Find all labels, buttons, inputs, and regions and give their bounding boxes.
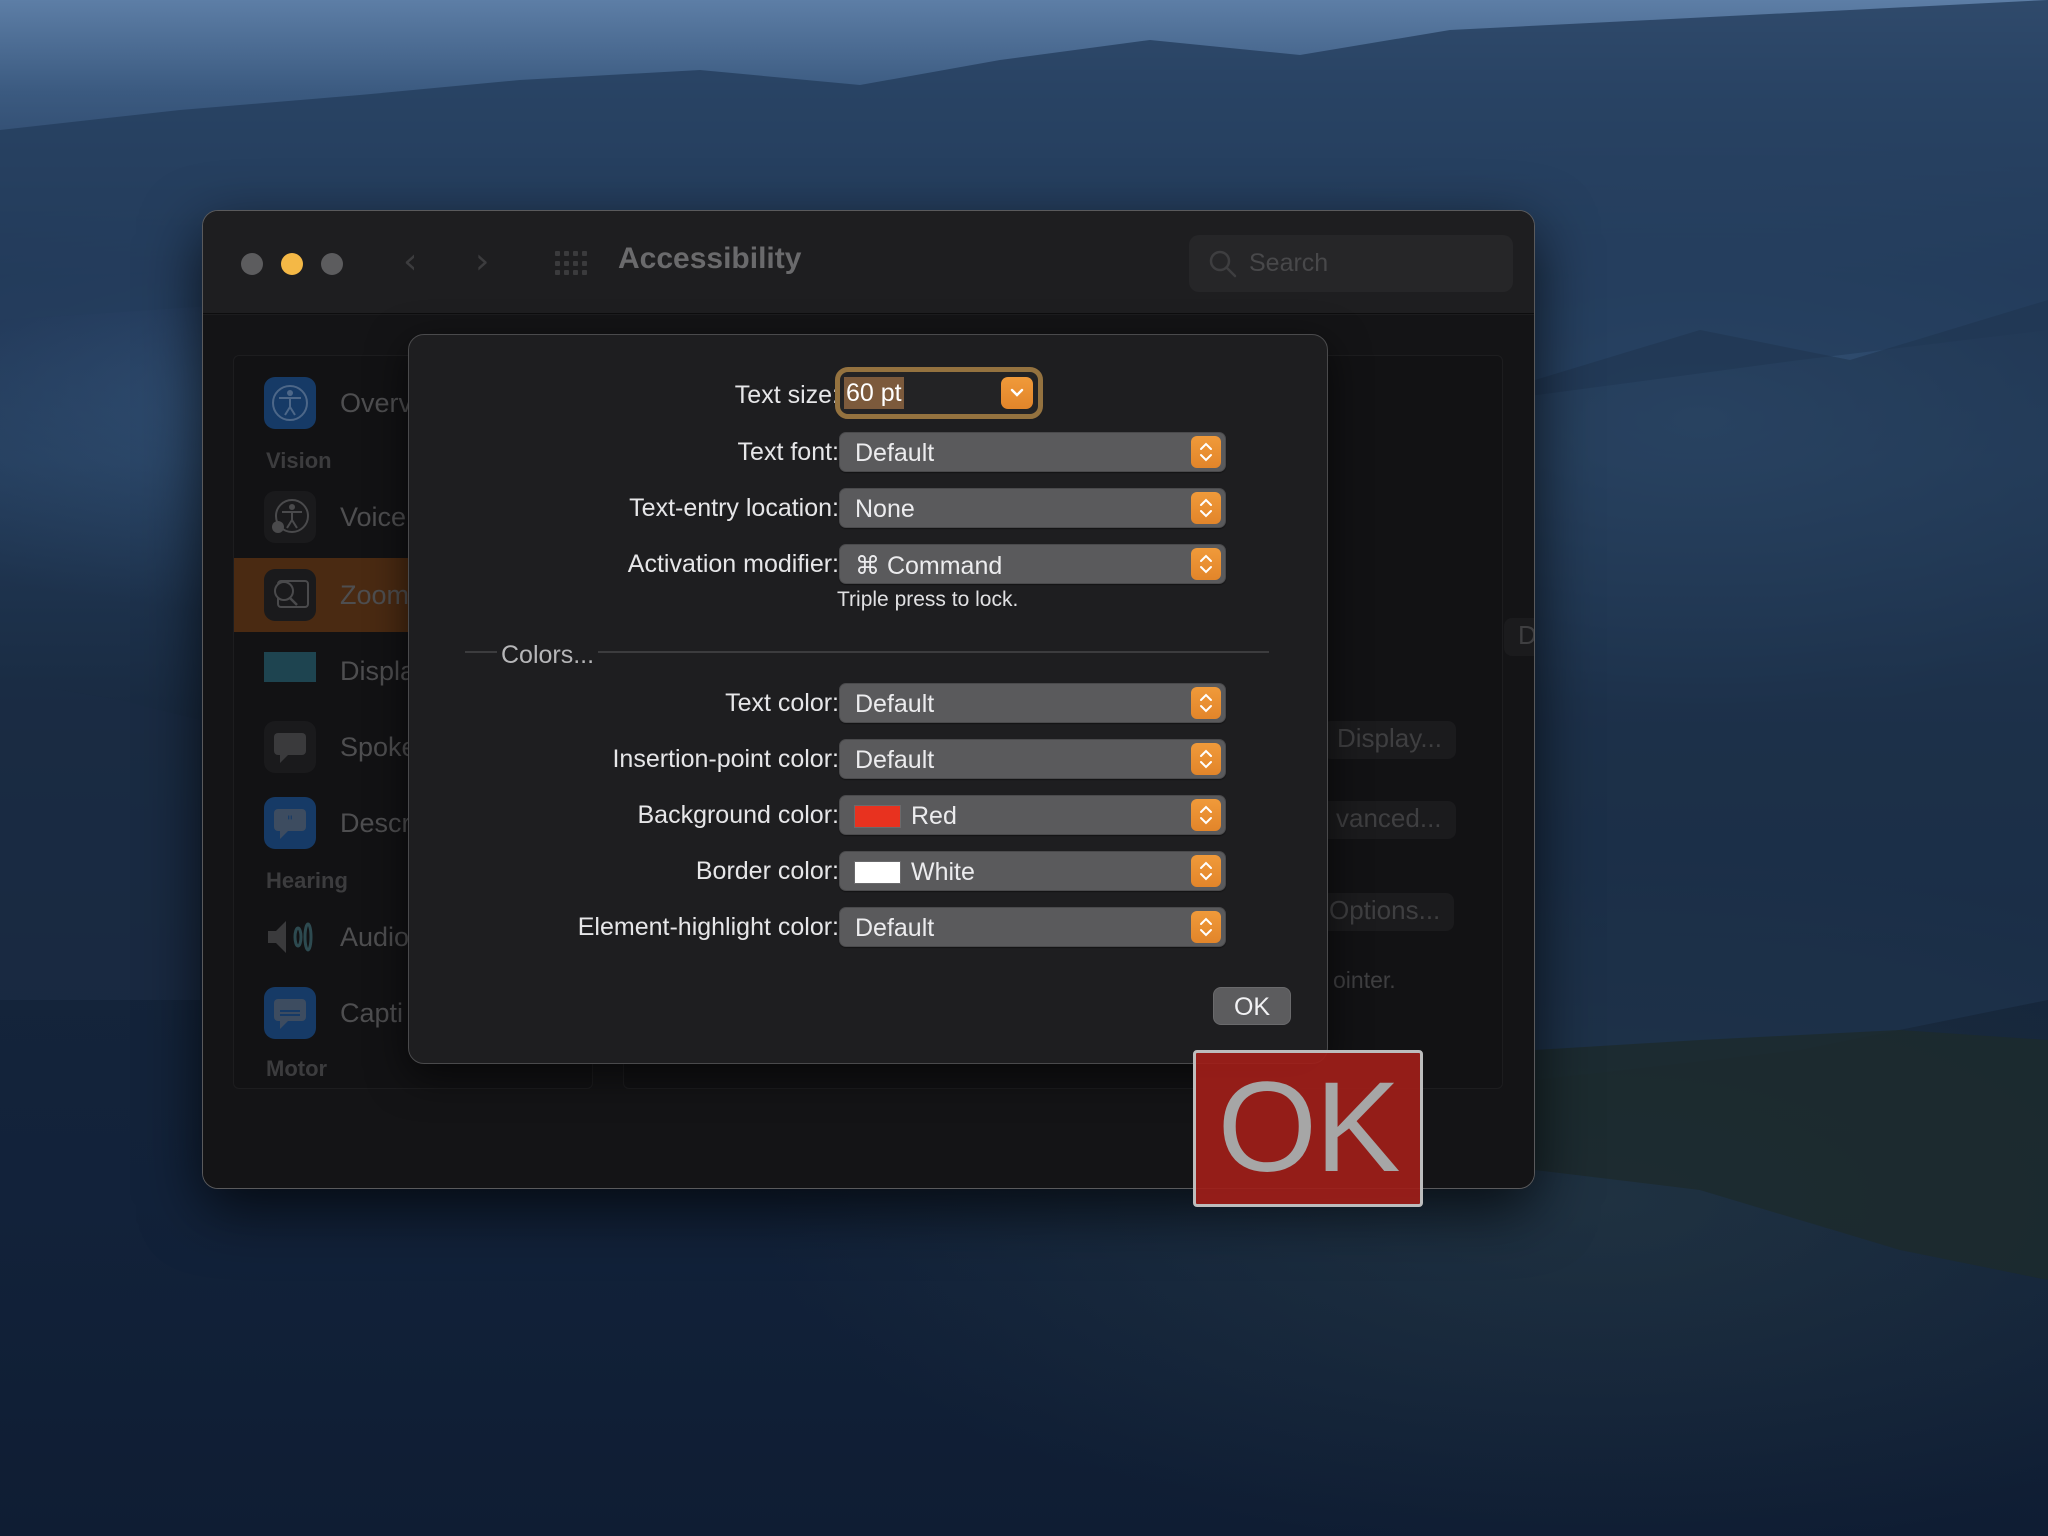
text-color-popup[interactable]: Default xyxy=(839,683,1226,723)
speech-bubble-icon xyxy=(264,721,316,773)
colors-section-title: Colors... xyxy=(497,641,599,670)
up-down-chevron-icon xyxy=(1191,743,1221,775)
title-bar: ‹ › Accessibility xyxy=(203,211,1534,314)
insertion-point-color-popup[interactable]: Default xyxy=(839,739,1226,779)
text-font-row: Text font: Default xyxy=(409,432,1329,474)
display-button[interactable]: Display... xyxy=(1504,618,1534,656)
text-font-label: Text font: xyxy=(737,438,839,466)
sidebar-section-vision: Vision xyxy=(266,448,332,473)
element-highlight-color-value: Default xyxy=(855,914,935,942)
white-color-swatch xyxy=(854,861,901,884)
captions-bubble-icon xyxy=(264,987,316,1039)
sidebar-section-hearing: Hearing xyxy=(266,868,348,893)
red-color-swatch xyxy=(854,805,901,828)
triple-press-hint: Triple press to lock. xyxy=(837,588,1019,611)
sidebar-item-label: Zoom xyxy=(340,580,410,610)
sidebar-item-label: Audio xyxy=(340,922,410,952)
text-size-value[interactable]: 60 pt xyxy=(844,377,904,409)
zoom-window-button[interactable] xyxy=(321,253,343,275)
text-size-label: Text size: xyxy=(734,381,839,409)
activation-modifier-label: Activation modifier: xyxy=(627,550,839,578)
text-size-row: Text size: 60 pt xyxy=(409,367,1329,419)
border-color-row: Border color: White xyxy=(409,851,1329,893)
search-field[interactable] xyxy=(1189,235,1513,292)
text-entry-location-label: Text-entry location: xyxy=(629,494,839,522)
close-window-button[interactable] xyxy=(241,253,263,275)
text-entry-location-popup[interactable]: None xyxy=(839,488,1226,528)
sidebar-item-label: Overv xyxy=(340,388,413,418)
voiceover-icon xyxy=(264,491,316,543)
svg-text:": " xyxy=(287,814,293,830)
text-color-label: Text color: xyxy=(725,689,839,717)
speaker-icon xyxy=(264,911,316,963)
window-title: Accessibility xyxy=(618,242,802,275)
element-highlight-color-row: Element-highlight color: Default xyxy=(409,907,1329,949)
zoom-magnifier-icon xyxy=(264,569,316,621)
text-font-popup[interactable]: Default xyxy=(839,432,1226,472)
sidebar-item-label: Capti xyxy=(340,998,404,1028)
up-down-chevron-icon xyxy=(1191,911,1221,943)
display-monitor-icon xyxy=(264,652,316,682)
up-down-chevron-icon xyxy=(1191,548,1221,580)
pointer-description-text: ointer. xyxy=(1333,967,1396,993)
display-options-button[interactable]: Display... xyxy=(1323,721,1456,759)
text-color-value: Default xyxy=(855,690,935,718)
advanced-button[interactable]: vanced... xyxy=(1318,801,1456,839)
minimize-window-button[interactable] xyxy=(281,253,303,275)
text-entry-location-value: None xyxy=(855,495,915,523)
search-input[interactable] xyxy=(1249,245,1489,281)
sidebar-section-motor: Motor xyxy=(266,1056,328,1081)
chevron-down-icon[interactable] xyxy=(1001,377,1033,409)
text-font-value: Default xyxy=(855,439,935,467)
forward-chevron-icon[interactable]: › xyxy=(475,241,489,282)
border-color-popup[interactable]: White xyxy=(839,851,1226,891)
element-highlight-color-popup[interactable]: Default xyxy=(839,907,1226,947)
insertion-point-color-label: Insertion-point color: xyxy=(612,745,839,773)
border-color-value: White xyxy=(911,858,975,886)
text-color-row: Text color: Default xyxy=(409,683,1329,725)
background-color-label: Background color: xyxy=(637,801,839,829)
background-color-popup[interactable]: Red xyxy=(839,795,1226,835)
background-color-value: Red xyxy=(911,802,957,830)
activation-modifier-popup[interactable]: ⌘ Command xyxy=(839,544,1226,584)
up-down-chevron-icon xyxy=(1191,855,1221,887)
element-highlight-color-label: Element-highlight color: xyxy=(577,913,839,941)
up-down-chevron-icon xyxy=(1191,799,1221,831)
text-entry-location-row: Text-entry location: None xyxy=(409,488,1329,530)
sidebar-item-label: Displa xyxy=(340,656,416,686)
show-all-grid-icon[interactable] xyxy=(555,251,587,277)
up-down-chevron-icon xyxy=(1191,436,1221,468)
insertion-point-color-row: Insertion-point color: Default xyxy=(409,739,1329,781)
insertion-point-color-value: Default xyxy=(855,746,935,774)
hover-text-options-dialog: Text size: 60 pt Text font: Default Text… xyxy=(408,334,1328,1064)
up-down-chevron-icon xyxy=(1191,492,1221,524)
up-down-chevron-icon xyxy=(1191,687,1221,719)
back-chevron-icon[interactable]: ‹ xyxy=(403,241,417,282)
sidebar-item-label: Spoke xyxy=(340,732,417,762)
text-size-combobox[interactable]: 60 pt xyxy=(835,367,1043,419)
accessibility-person-icon xyxy=(264,377,316,429)
hover-text-overlay: OK xyxy=(1193,1050,1423,1207)
border-color-label: Border color: xyxy=(695,857,839,885)
options-button[interactable]: Options... xyxy=(1315,893,1455,931)
activation-modifier-value: ⌘ Command xyxy=(855,552,1003,580)
quote-bubble-icon: " xyxy=(264,797,316,849)
search-icon xyxy=(1209,250,1237,278)
activation-modifier-row: Activation modifier: ⌘ Command xyxy=(409,544,1329,586)
sidebar-item-label: Descr xyxy=(340,808,411,838)
background-color-row: Background color: Red xyxy=(409,795,1329,837)
sidebar-item-label: Voice xyxy=(340,502,407,532)
ok-button[interactable]: OK xyxy=(1213,987,1291,1025)
